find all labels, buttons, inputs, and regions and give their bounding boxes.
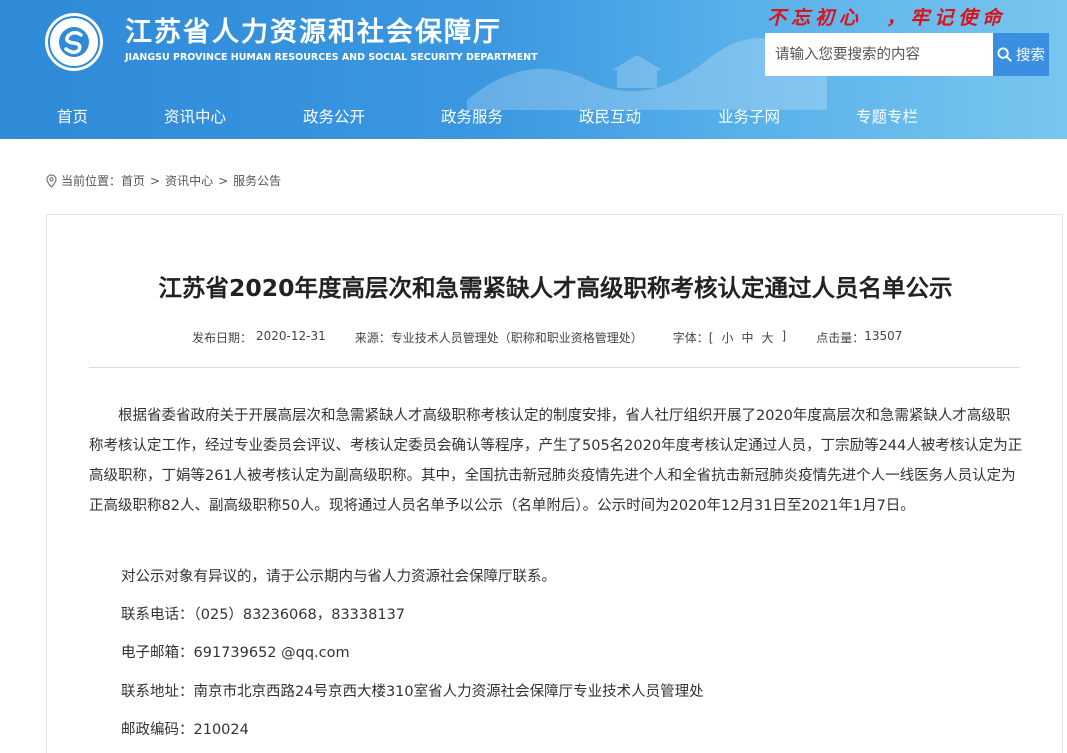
- site-header: 江苏省人力资源和社会保障厅 JIANGSU PROVINCE HUMAN RES…: [0, 0, 1067, 139]
- site-title: 江苏省人力资源和社会保障厅: [125, 17, 502, 48]
- nav-item-subsites[interactable]: 业务子网: [718, 96, 780, 139]
- divider: [89, 367, 1020, 368]
- article-meta: 发布日期： 2020-12-31 来源： 专业技术人员管理处（职称和职业资格管理…: [192, 329, 902, 346]
- font-size-label: 字体：[: [672, 331, 714, 345]
- nav-item-news[interactable]: 资讯中心: [164, 96, 226, 139]
- breadcrumb: 当前位置： 首页 > 资讯中心 > 服务公告: [46, 172, 281, 189]
- breadcrumb-link-notices[interactable]: 服务公告: [233, 172, 281, 189]
- nav-item-gov-info[interactable]: 政务公开: [303, 96, 365, 139]
- source-label: 来源：: [354, 331, 391, 345]
- site-title-english: JIANGSU PROVINCE HUMAN RESOURCES AND SOC…: [125, 52, 538, 63]
- postal-code: 邮政编码：210024: [121, 722, 249, 738]
- article-title: 江苏省2020年度高层次和急需紧缺人才高级职称考核认定通过人员名单公示: [158, 274, 953, 302]
- publish-date: 2020-12-31: [256, 329, 326, 343]
- search-input[interactable]: [765, 33, 993, 76]
- contact-phone: 联系电话：（025）83236068，83338137: [121, 607, 406, 623]
- nav-item-interaction[interactable]: 政民互动: [579, 96, 641, 139]
- font-size-large[interactable]: 大: [762, 329, 774, 346]
- views-count: 13507: [864, 329, 903, 343]
- breadcrumb-prefix: 当前位置：: [61, 174, 122, 188]
- search-button-label: 搜索: [1016, 48, 1045, 64]
- breadcrumb-separator: >: [150, 173, 161, 188]
- article-paragraph: 对公示对象有异议的，请于公示期内与省人力资源社会保障厅联系。: [121, 569, 556, 585]
- font-size-small[interactable]: 小: [721, 329, 733, 346]
- search-icon: [997, 47, 1012, 62]
- article-paragraph: 根据省委省政府关于开展高层次和急需紧缺人才高级职称考核认定的制度安排，省人社厅组…: [89, 408, 1023, 514]
- logo-icon[interactable]: [44, 12, 104, 72]
- search-bar: 搜索: [765, 33, 1049, 76]
- main-nav: 首页 资讯中心 政务公开 政务服务 政民互动 业务子网 专题专栏: [0, 96, 1067, 139]
- breadcrumb-link-news[interactable]: 资讯中心: [165, 172, 213, 189]
- location-pin-icon: [46, 173, 57, 188]
- article-body: 根据省委省政府关于开展高层次和急需紧缺人才高级职称考核认定的制度安排，省人社厅组…: [89, 401, 1024, 521]
- contact-email: 电子邮箱：691739652 @qq.com: [121, 645, 350, 661]
- nav-item-home[interactable]: 首页: [57, 96, 88, 139]
- slogan: 不忘初心 ，牢记使命: [767, 7, 1007, 29]
- font-size-close: ]: [781, 329, 787, 343]
- nav-item-topics[interactable]: 专题专栏: [856, 96, 918, 139]
- contact-address: 联系地址：南京市北京西路24号京西大楼310室省人力资源社会保障厅专业技术人员管…: [121, 684, 704, 700]
- breadcrumb-separator: >: [218, 173, 229, 188]
- article-panel: 江苏省2020年度高层次和急需紧缺人才高级职称考核认定通过人员名单公示 发布日期…: [46, 214, 1063, 753]
- source-value: 专业技术人员管理处（职称和职业资格管理处）: [390, 331, 643, 345]
- date-label: 发布日期：: [192, 331, 253, 345]
- font-size-medium[interactable]: 中: [742, 329, 754, 346]
- views-label: 点击量：: [816, 331, 865, 345]
- breadcrumb-link-home[interactable]: 首页: [121, 172, 145, 189]
- nav-item-gov-service[interactable]: 政务服务: [441, 96, 503, 139]
- search-button[interactable]: 搜索: [993, 33, 1049, 76]
